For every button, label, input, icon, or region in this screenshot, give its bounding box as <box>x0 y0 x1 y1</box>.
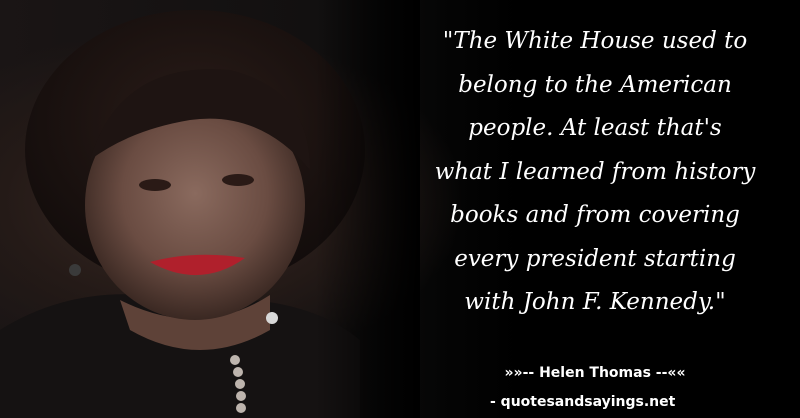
quote-line: every president starting <box>454 245 736 272</box>
portrait-photo <box>0 0 420 418</box>
quote-line: "The White House used to <box>442 28 748 54</box>
quote-text: "The White House used to belong to the A… <box>410 20 780 325</box>
quote-line: what I learned from history <box>434 158 756 185</box>
quote-line: with John F. Kennedy." <box>464 289 726 315</box>
quote-line: people. At least that's <box>468 115 722 141</box>
quote-line: belong to the American <box>458 71 732 98</box>
source-watermark: - quotesandsayings.net <box>490 394 676 410</box>
quote-author: »»-- Helen Thomas --«« <box>504 365 686 381</box>
quote-line: books and from covering <box>450 202 740 228</box>
